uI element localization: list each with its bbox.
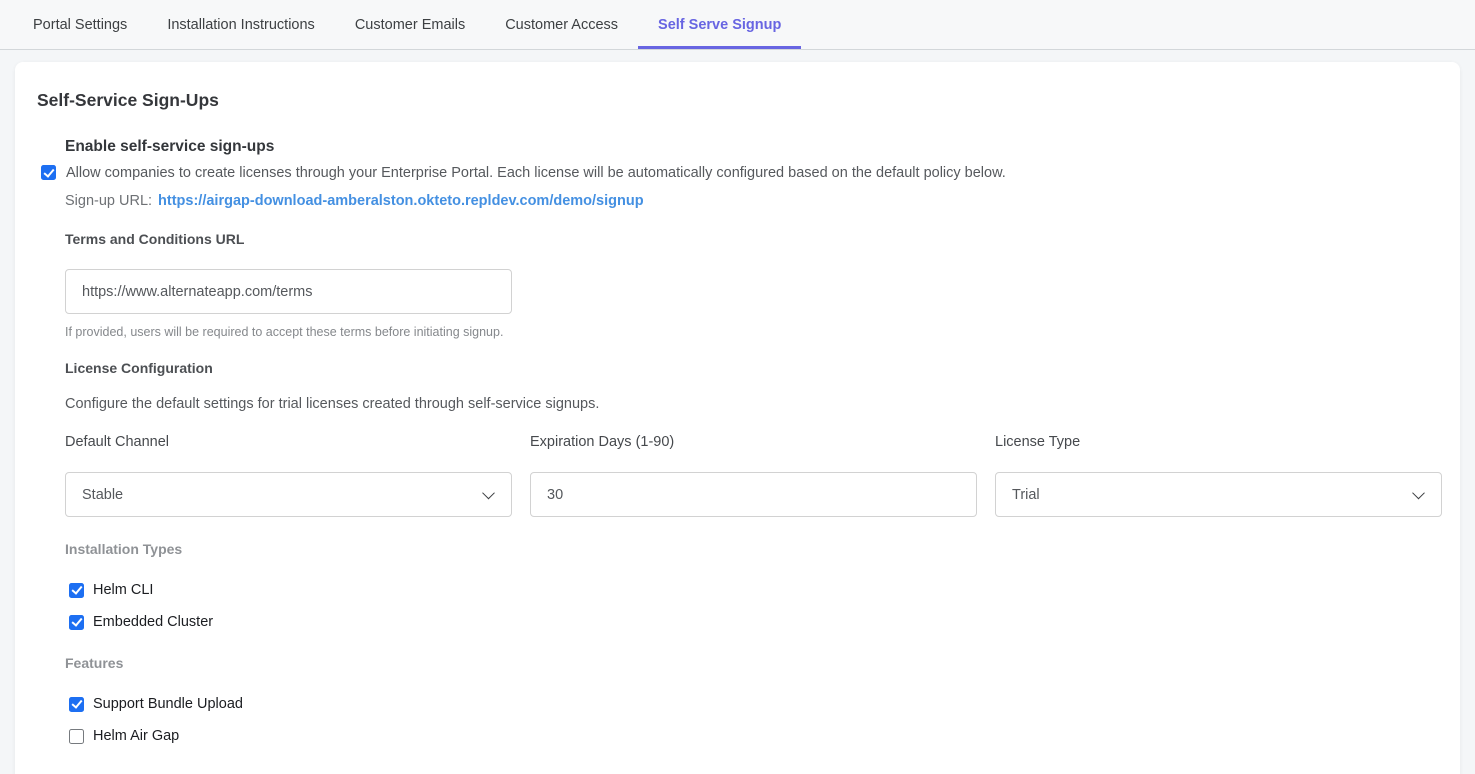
terms-url-input[interactable] [65,269,512,314]
tab-customer-emails[interactable]: Customer Emails [335,0,485,49]
license-type-label: License Type [995,432,1442,452]
license-config-grid: Default Channel Stable Expiration Days (… [65,432,1442,517]
tab-installation-instructions[interactable]: Installation Instructions [147,0,335,49]
terms-url-label: Terms and Conditions URL [65,229,1442,249]
license-type-select[interactable]: Trial [995,472,1442,517]
embedded-cluster-checkbox[interactable] [69,615,84,630]
signup-url-label: Sign-up URL: [65,191,152,211]
self-serve-signup-panel: Self-Service Sign-Ups Enable self-servic… [15,62,1460,774]
enable-signups-heading: Enable self-service sign-ups [65,137,1442,157]
helm-cli-checkbox[interactable] [69,583,84,598]
feature-helm-air-gap-row[interactable]: Helm Air Gap [65,725,1442,747]
signup-url-row: Sign-up URL: https://airgap-download-amb… [65,191,1442,211]
enable-signups-description: Allow companies to create licenses throu… [66,163,1006,183]
tab-portal-settings[interactable]: Portal Settings [13,0,147,49]
enable-signups-row: Allow companies to create licenses throu… [65,163,1442,183]
helm-air-gap-label: Helm Air Gap [93,728,179,744]
license-configuration-description: Configure the default settings for trial… [65,394,1442,414]
installation-type-helm-cli-row[interactable]: Helm CLI [65,579,1442,601]
default-channel-label: Default Channel [65,432,512,452]
embedded-cluster-label: Embedded Cluster [93,614,213,630]
features-label: Features [65,653,1442,673]
expiration-days-input[interactable] [530,472,977,517]
feature-support-bundle-upload-row[interactable]: Support Bundle Upload [65,693,1442,715]
helm-cli-label: Helm CLI [93,582,153,598]
installation-types-label: Installation Types [65,539,1442,559]
default-channel-select[interactable]: Stable [65,472,512,517]
tab-bar: Portal Settings Installation Instruction… [0,0,1475,50]
page-title: Self-Service Sign-Ups [37,90,1442,111]
terms-url-help-text: If provided, users will be required to a… [65,324,1442,340]
tab-customer-access[interactable]: Customer Access [485,0,638,49]
expiration-days-label: Expiration Days (1-90) [530,432,977,452]
installation-type-embedded-cluster-row[interactable]: Embedded Cluster [65,611,1442,633]
support-bundle-upload-checkbox[interactable] [69,697,84,712]
tab-self-serve-signup[interactable]: Self Serve Signup [638,0,801,49]
helm-air-gap-checkbox[interactable] [69,729,84,744]
support-bundle-upload-label: Support Bundle Upload [93,696,243,712]
signup-url-link[interactable]: https://airgap-download-amberalston.okte… [158,191,644,211]
license-configuration-label: License Configuration [65,358,1442,378]
enable-signups-checkbox[interactable] [41,165,56,180]
